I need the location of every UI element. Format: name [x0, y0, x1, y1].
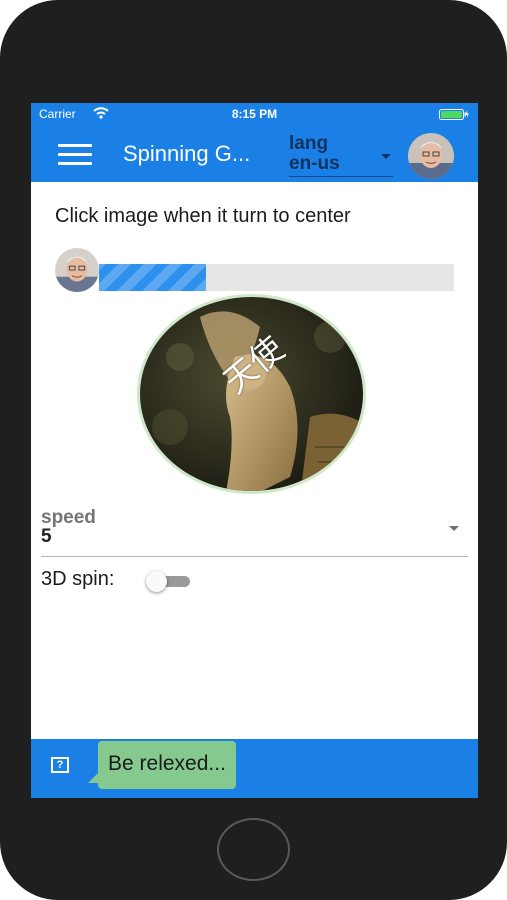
- clock-time: 8:15 PM: [231, 107, 278, 121]
- user-avatar[interactable]: [408, 133, 454, 179]
- battery-icon: [439, 109, 469, 120]
- speed-value: 5: [41, 526, 52, 547]
- phone-frame: Carrier 8:15 PM Spinning G... lang en-us: [0, 0, 507, 900]
- status-bar: Carrier 8:15 PM: [31, 103, 478, 125]
- toggle-knob: [146, 571, 167, 592]
- avatar-face-icon: [55, 248, 99, 292]
- spin-3d-label: 3D spin:: [41, 568, 115, 590]
- app-bar: Spinning G... lang en-us: [31, 125, 478, 182]
- progress-bar: [99, 264, 454, 291]
- app-screen: Carrier 8:15 PM Spinning G... lang en-us: [31, 103, 478, 798]
- angel-statue-image: [140, 297, 363, 491]
- chevron-down-icon: [449, 526, 459, 531]
- language-select-underline: [289, 176, 393, 177]
- chevron-down-icon: [381, 154, 391, 159]
- speed-select[interactable]: speed 5: [41, 505, 468, 557]
- spinning-image[interactable]: 天使: [137, 294, 366, 494]
- speed-select-underline: [41, 556, 468, 557]
- bottom-bar: ? Be relexed...: [31, 739, 478, 798]
- help-icon[interactable]: ?: [51, 757, 69, 773]
- instruction-text: Click image when it turn to center: [55, 205, 351, 227]
- message-bubble: Be relexed...: [98, 741, 236, 789]
- spin-3d-row: 3D spin:: [41, 568, 241, 594]
- avatar-face-icon: [408, 133, 454, 179]
- progress-bar-fill: [99, 264, 206, 291]
- progress-avatar: [55, 248, 99, 292]
- spin-3d-toggle[interactable]: [146, 571, 192, 592]
- language-select[interactable]: lang en-us: [289, 133, 393, 177]
- language-value: en-us: [289, 153, 340, 174]
- language-label: lang: [289, 133, 329, 154]
- app-title: Spinning G...: [123, 141, 251, 166]
- home-button[interactable]: [217, 818, 290, 881]
- hamburger-menu-icon[interactable]: [58, 144, 94, 166]
